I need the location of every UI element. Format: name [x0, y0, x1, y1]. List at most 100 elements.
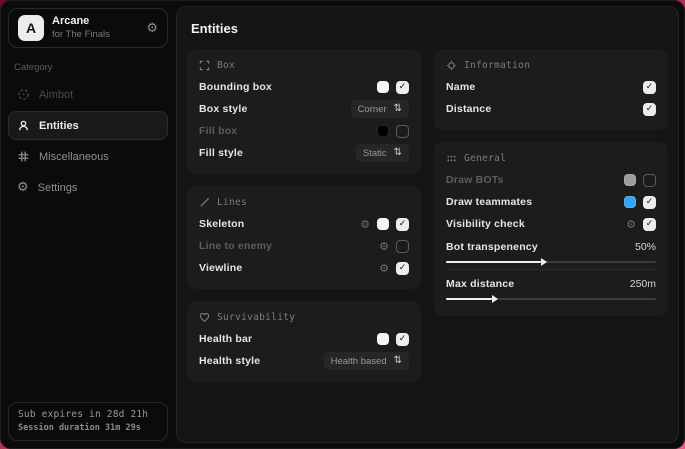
bounding-box-checkbox[interactable]: ✓ — [396, 81, 409, 94]
right-column: Information Name ✓ Distance ✓ — [434, 49, 668, 316]
setting-label: Name — [446, 81, 475, 93]
draw-teammates-checkbox[interactable]: ✓ — [643, 196, 656, 209]
setting-label: Health style — [199, 355, 260, 367]
category-label: Category — [14, 62, 168, 73]
color-swatch[interactable] — [377, 125, 389, 137]
subscription-info-box: Sub expires in 28d 21h Session duration … — [8, 402, 168, 441]
app-header-card: A Arcane for The Finals ⚙ — [8, 8, 168, 48]
card-title: Survivability — [217, 312, 295, 323]
information-card-header: Information — [446, 60, 656, 71]
box-icon — [199, 60, 210, 71]
bot-transparency-slider[interactable] — [446, 261, 656, 263]
max-distance-slider[interactable] — [446, 298, 656, 300]
skeleton-checkbox[interactable]: ✓ — [396, 218, 409, 231]
setting-row-viewline: Viewline ⚙ ✓ — [199, 257, 409, 279]
box-style-dropdown[interactable]: Corner ⇅ — [351, 100, 409, 118]
card-title: Box — [217, 60, 235, 71]
miscellaneous-icon — [17, 150, 30, 163]
setting-row-draw-teammates: Draw teammates ✓ — [446, 191, 656, 213]
general-icon — [446, 153, 457, 164]
sidebar-item-label: Entities — [39, 120, 79, 132]
line-to-enemy-checkbox[interactable]: ✓ — [396, 240, 409, 253]
setting-row-name: Name ✓ — [446, 76, 656, 98]
viewline-settings-gear-icon[interactable]: ⚙ — [379, 263, 389, 274]
color-swatch[interactable] — [377, 218, 389, 230]
visibility-check-settings-gear-icon[interactable]: ⚙ — [626, 219, 636, 230]
app-settings-gear-icon[interactable]: ⚙ — [146, 21, 158, 36]
sidebar-item-label: Aimbot — [39, 89, 73, 101]
app-window: A Arcane for The Finals ⚙ Category Aimbo… — [0, 0, 685, 449]
setting-row-bounding-box: Bounding box ✓ — [199, 76, 409, 98]
color-swatch[interactable] — [377, 333, 389, 345]
sidebar-item-settings[interactable]: ⚙ Settings — [8, 173, 168, 202]
sidebar-item-aimbot[interactable]: Aimbot — [8, 80, 168, 109]
visibility-check-checkbox[interactable]: ✓ — [643, 218, 656, 231]
page-title: Entities — [191, 21, 668, 36]
bot-transparency-value: 50% — [635, 241, 656, 253]
setting-label: Line to enemy — [199, 240, 272, 252]
max-distance-value: 250m — [630, 278, 656, 290]
divider — [446, 269, 656, 270]
setting-label: Viewline — [199, 262, 242, 274]
lines-icon — [199, 197, 210, 208]
setting-label: Distance — [446, 103, 491, 115]
setting-label: Health bar — [199, 333, 252, 345]
chevron-up-down-icon: ⇅ — [394, 356, 402, 366]
setting-label: Bounding box — [199, 81, 272, 93]
setting-row-box-style: Box style Corner ⇅ — [199, 98, 409, 120]
gear-icon: ⚙ — [17, 181, 29, 194]
slider-fill[interactable] — [446, 261, 541, 263]
sidebar-item-entities[interactable]: Entities — [8, 111, 168, 140]
sub-expiry-text: Sub expires in 28d 21h — [18, 409, 158, 420]
app-logo: A — [18, 15, 44, 41]
setting-label: Box style — [199, 103, 248, 115]
color-swatch[interactable] — [377, 81, 389, 93]
name-checkbox[interactable]: ✓ — [643, 81, 656, 94]
color-swatch[interactable] — [624, 174, 636, 186]
crosshair-icon — [17, 88, 30, 101]
setting-label: Fill box — [199, 125, 237, 137]
setting-row-fill-box: Fill box ✓ — [199, 120, 409, 142]
settings-columns: Box Bounding box ✓ Box style Corn — [187, 49, 668, 382]
setting-label: Draw teammates — [446, 196, 532, 208]
color-swatch[interactable] — [624, 196, 636, 208]
dropdown-value: Corner — [358, 104, 387, 115]
setting-label: Visibility check — [446, 218, 525, 230]
fill-box-checkbox[interactable]: ✓ — [396, 125, 409, 138]
survivability-card: Survivability Health bar ✓ Health style — [187, 301, 421, 382]
general-card-header: General — [446, 153, 656, 164]
slider-fill[interactable] — [446, 298, 492, 300]
line-to-enemy-settings-gear-icon[interactable]: ⚙ — [379, 241, 389, 252]
setting-label: Skeleton — [199, 218, 244, 230]
setting-label: Max distance — [446, 278, 514, 290]
card-title: General — [464, 153, 506, 164]
app-edition: for The Finals — [52, 29, 110, 41]
chevron-up-down-icon: ⇅ — [394, 148, 402, 158]
information-card: Information Name ✓ Distance ✓ — [434, 49, 668, 130]
session-duration-text: Session duration 31m 29s — [18, 423, 158, 433]
draw-bots-checkbox[interactable]: ✓ — [643, 174, 656, 187]
entities-icon — [17, 119, 30, 132]
left-column: Box Bounding box ✓ Box style Corn — [187, 49, 421, 382]
setting-label: Bot transpenency — [446, 241, 538, 253]
setting-row-fill-style: Fill style Static ⇅ — [199, 142, 409, 164]
sidebar: A Arcane for The Finals ⚙ Category Aimbo… — [0, 0, 176, 449]
setting-row-visibility-check: Visibility check ⚙ ✓ — [446, 213, 656, 235]
setting-row-health-bar: Health bar ✓ — [199, 328, 409, 350]
skeleton-settings-gear-icon[interactable]: ⚙ — [360, 219, 370, 230]
survivability-card-header: Survivability — [199, 312, 409, 323]
setting-row-health-style: Health style Health based ⇅ — [199, 350, 409, 372]
sidebar-item-miscellaneous[interactable]: Miscellaneous — [8, 142, 168, 171]
setting-label: Fill style — [199, 147, 243, 159]
fill-style-dropdown[interactable]: Static ⇅ — [356, 144, 409, 162]
card-title: Information — [464, 60, 530, 71]
distance-checkbox[interactable]: ✓ — [643, 103, 656, 116]
viewline-checkbox[interactable]: ✓ — [396, 262, 409, 275]
survivability-icon — [199, 312, 210, 323]
chevron-up-down-icon: ⇅ — [394, 104, 402, 114]
health-style-dropdown[interactable]: Health based ⇅ — [324, 352, 409, 370]
box-card: Box Bounding box ✓ Box style Corn — [187, 49, 421, 174]
app-name: Arcane — [52, 15, 110, 29]
health-bar-checkbox[interactable]: ✓ — [396, 333, 409, 346]
dropdown-value: Health based — [331, 356, 387, 367]
